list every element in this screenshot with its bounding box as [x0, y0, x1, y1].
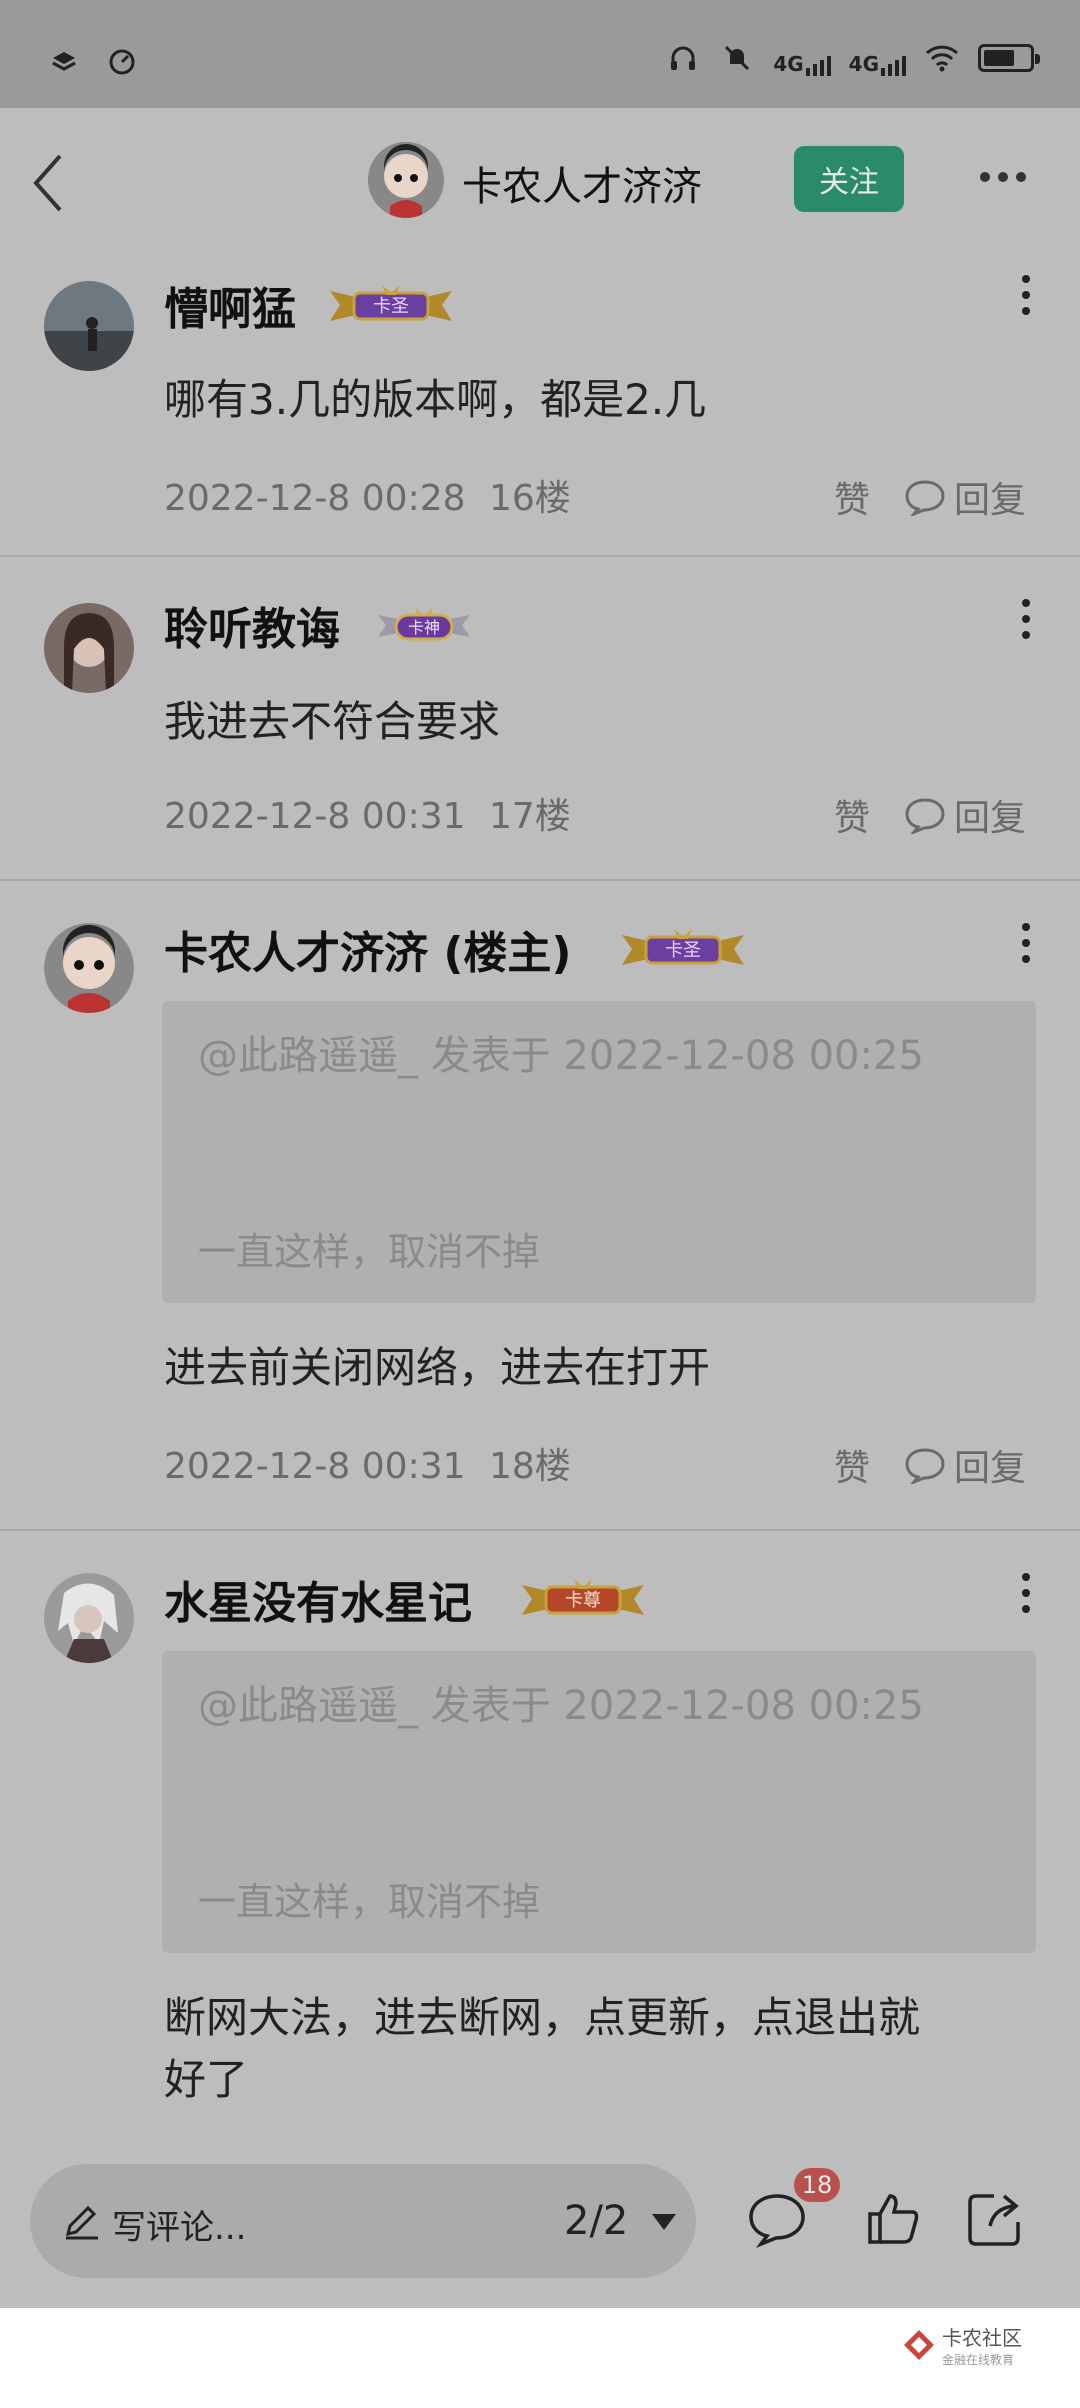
page-title: 卡农人才济济	[462, 164, 702, 210]
status-bar: 4G 4G	[0, 0, 1080, 108]
comment-menu-button[interactable]	[1022, 1573, 1030, 1613]
author-avatar[interactable]	[368, 142, 444, 218]
quoted-post[interactable]: @此路遥遥_ 发表于 2022-12-08 00:25 一直这样，取消不掉	[162, 1651, 1036, 1953]
reply-button[interactable]: 回复	[904, 789, 1026, 841]
username[interactable]: 水星没有水星记	[164, 1567, 472, 1631]
svg-text:卡神: 卡神	[408, 618, 440, 637]
more-options-button[interactable]	[980, 172, 1026, 182]
share-button[interactable]	[964, 2188, 1026, 2250]
battery-icon	[978, 44, 1040, 72]
speedometer-icon	[104, 44, 140, 80]
follow-button[interactable]: 关注	[794, 146, 904, 212]
comment-placeholder: 写评论...	[112, 2208, 247, 2248]
comment-item: 懵啊猛 卡圣 哪有3.几的版本啊，都是2.几 2022-12-8 00:28 1…	[0, 253, 1080, 557]
page-indicator[interactable]: 2/2	[564, 2198, 628, 2244]
rank-badge: 卡尊	[518, 1577, 644, 1617]
like-button[interactable]: 赞	[834, 471, 870, 523]
quote-header: @此路遥遥_ 发表于 2022-12-08 00:25	[198, 1033, 924, 1079]
logo-title: 卡农社区	[942, 2326, 1022, 2350]
comment-item: 水星没有水星记 卡尊 @此路遥遥_ 发表于 2022-12-08 00:25 一…	[0, 1531, 1080, 2132]
comment-item: 卡农人才济济 (楼主) 卡圣 @此路遥遥_ 发表于 2022-12-08 00:…	[0, 881, 1080, 1531]
comment-text: 进去前关闭网络，进去在打开	[164, 1343, 711, 1392]
comment-menu-button[interactable]	[1022, 923, 1030, 963]
username[interactable]: 懵啊猛	[164, 273, 296, 337]
layers-icon	[46, 44, 82, 80]
rank-badge: 卡圣	[326, 283, 452, 323]
quote-body: 一直这样，取消不掉	[198, 1880, 541, 1924]
comment-text: 哪有3.几的版本啊，都是2.几	[164, 375, 707, 424]
like-button[interactable]: 赞	[834, 1439, 870, 1491]
chevron-left-icon	[33, 154, 62, 212]
username[interactable]: 卡农人才济济 (楼主)	[164, 917, 572, 981]
floor-number: 16楼	[488, 478, 571, 519]
comment-meta: 2022-12-8 00:31 18楼	[164, 1437, 571, 1489]
avatar[interactable]	[44, 923, 134, 1013]
share-icon	[968, 2194, 1020, 2246]
floor-number: 18楼	[488, 1446, 571, 1487]
quoted-post[interactable]: @此路遥遥_ 发表于 2022-12-08 00:25 一直这样，取消不掉	[162, 1001, 1036, 1303]
logo-subtitle: 金融在线教育	[942, 2353, 1015, 2367]
caret-down-icon[interactable]	[650, 2212, 678, 2236]
comment-time: 2022-12-8 00:31	[164, 1446, 466, 1487]
reply-button[interactable]: 回复	[904, 471, 1026, 523]
comment-time: 2022-12-8 00:31	[164, 796, 466, 837]
floor-number: 17楼	[488, 796, 571, 837]
wifi-icon	[924, 40, 960, 76]
quote-header: @此路遥遥_ 发表于 2022-12-08 00:25	[198, 1683, 924, 1729]
comment-input[interactable]: 写评论... 2/2	[30, 2164, 696, 2278]
svg-text:卡尊: 卡尊	[565, 1590, 601, 1611]
speech-bubble-icon	[905, 480, 945, 516]
svg-text:卡圣: 卡圣	[373, 296, 409, 317]
avatar[interactable]	[44, 281, 134, 371]
bottom-action-bar: 写评论... 2/2 18	[0, 2132, 1080, 2308]
speech-bubble-icon	[905, 1448, 945, 1484]
logo-icon	[904, 2330, 934, 2360]
signal-4g-icon: 4G	[773, 40, 831, 76]
top-nav-bar: 卡农人才济济 关注	[0, 108, 1080, 253]
rank-badge: 卡神	[374, 603, 474, 643]
comment-meta: 2022-12-8 00:28 16楼	[164, 469, 571, 521]
avatar[interactable]	[44, 603, 134, 693]
username[interactable]: 聆听教诲	[164, 593, 340, 657]
comment-count-badge: 18	[794, 2168, 840, 2202]
svg-text:卡圣: 卡圣	[665, 940, 701, 961]
speech-bubble-icon	[905, 798, 945, 834]
app-logo: 卡农社区 金融在线教育	[902, 2322, 1022, 2368]
pencil-icon	[62, 2202, 102, 2246]
comment-menu-button[interactable]	[1022, 275, 1030, 315]
comment-menu-button[interactable]	[1022, 599, 1030, 639]
reply-button[interactable]: 回复	[904, 1439, 1026, 1491]
comment-text: 我进去不符合要求	[164, 697, 501, 746]
quote-body: 一直这样，取消不掉	[198, 1230, 541, 1274]
comment-meta: 2022-12-8 00:31 17楼	[164, 787, 571, 839]
signal-4g-icon-2: 4G	[849, 40, 906, 76]
thumbs-up-icon	[868, 2194, 919, 2244]
watermark-area: 卡农社区 金融在线教育	[0, 2308, 1080, 2408]
like-post-button[interactable]	[862, 2188, 924, 2250]
comment-text: 断网大法，进去断网，点更新，点退出就 好了	[164, 1993, 921, 2104]
headphones-icon	[665, 40, 701, 76]
rank-badge: 卡圣	[618, 927, 744, 967]
comment-item: 聆听教诲 卡神 我进去不符合要求 2022-12-8 00:31 17楼 赞 回…	[0, 557, 1080, 881]
mute-bell-icon	[719, 40, 755, 76]
like-button[interactable]: 赞	[834, 789, 870, 841]
comment-time: 2022-12-8 00:28	[164, 478, 466, 519]
avatar[interactable]	[44, 1573, 134, 1663]
back-button[interactable]	[28, 148, 68, 218]
